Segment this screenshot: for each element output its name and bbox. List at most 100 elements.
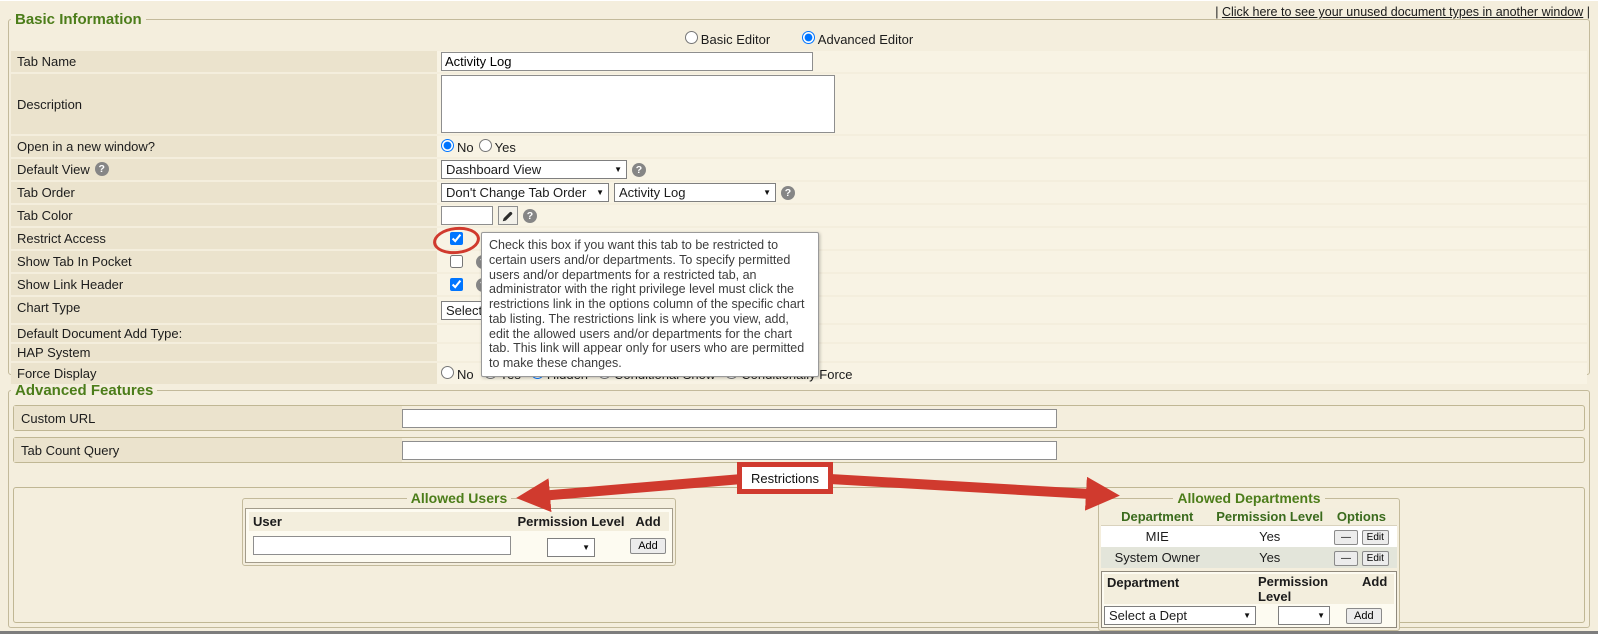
help-icon[interactable]: ? <box>95 162 109 176</box>
description-label: Description <box>11 74 437 134</box>
department-cell: System Owner <box>1101 547 1213 568</box>
tab-name-input[interactable] <box>441 52 813 71</box>
table-row: MIE Yes — Edit <box>1101 526 1397 548</box>
editor-mode-toggle: Basic Editor Advanced Editor <box>11 28 1587 51</box>
help-icon[interactable]: ? <box>781 186 795 200</box>
options-column-header: Options <box>1326 508 1397 526</box>
force-display-no-option[interactable]: No <box>441 366 474 382</box>
tab-count-query-input[interactable] <box>402 441 1057 460</box>
eyedropper-icon <box>502 210 514 222</box>
tab-order-target-select[interactable]: Activity Log ▼ <box>614 183 776 202</box>
advanced-editor-option[interactable]: Advanced Editor <box>802 32 913 47</box>
default-view-select[interactable]: Dashboard View ▼ <box>441 160 627 179</box>
allowed-users-legend: Allowed Users <box>407 490 511 506</box>
show-link-header-label: Show Link Header <box>11 274 437 295</box>
form-row-tab-name: Tab Name <box>11 51 1587 72</box>
tab-count-query-label: Tab Count Query <box>14 438 402 462</box>
custom-url-input[interactable] <box>402 409 1057 428</box>
help-icon[interactable]: ? <box>523 209 537 223</box>
user-column-header: User <box>249 512 515 531</box>
add-column-header: Add <box>627 512 669 531</box>
tab-order-mode-value: Don't Change Tab Order <box>446 185 586 200</box>
basic-editor-radio[interactable] <box>685 31 698 44</box>
open-window-no-radio[interactable] <box>441 139 454 152</box>
chevron-down-icon: ▼ <box>582 543 590 552</box>
allowed-departments-legend: Allowed Departments <box>1173 490 1324 506</box>
department-column-header: Department <box>1101 508 1213 526</box>
custom-url-label: Custom URL <box>14 406 402 430</box>
open-window-yes-option[interactable]: Yes <box>479 139 516 155</box>
advanced-features-legend: Advanced Features <box>11 382 157 399</box>
permission-level-column-header: Permission Level <box>1258 574 1362 604</box>
permission-level-column-header: Permission Level <box>1213 508 1325 526</box>
add-column-header: Add <box>1362 574 1394 604</box>
restrictions-annotation: Restrictions <box>737 462 833 494</box>
chevron-down-icon: ▼ <box>1317 611 1325 620</box>
permission-level-column-header: Permission Level <box>515 512 627 531</box>
chevron-down-icon: ▼ <box>614 165 622 174</box>
form-row-tab-order: Tab Order Don't Change Tab Order ▼ Activi… <box>11 182 1587 203</box>
table-row: System Owner Yes — Edit <box>1101 547 1397 568</box>
departments-header-row: Department Permission Level Options <box>1101 508 1397 526</box>
form-row-open-new-window: Open in a new window? No Yes <box>11 136 1587 157</box>
open-window-yes-radio[interactable] <box>479 139 492 152</box>
tab-name-label: Tab Name <box>11 51 437 72</box>
force-display-no-radio[interactable] <box>441 366 454 379</box>
chevron-down-icon: ▼ <box>596 188 604 197</box>
department-select-value: Select a Dept <box>1109 608 1187 623</box>
edit-department-button[interactable]: Edit <box>1362 530 1389 545</box>
advanced-editor-label: Advanced Editor <box>818 32 913 47</box>
open-window-no-option[interactable]: No <box>441 139 474 155</box>
add-department-input-row: Select a Dept ▼ ▼ Add <box>1104 606 1394 625</box>
tab-order-target-value: Activity Log <box>619 185 685 200</box>
force-display-no-label: No <box>457 367 474 382</box>
remove-department-button[interactable]: — <box>1334 530 1358 545</box>
form-row-tab-color: Tab Color ? <box>11 205 1587 226</box>
user-permission-select[interactable]: ▼ <box>547 538 595 557</box>
user-input[interactable] <box>253 536 511 555</box>
default-view-label: Default View <box>17 162 90 177</box>
permission-cell: Yes <box>1213 547 1325 568</box>
open-new-window-label: Open in a new window? <box>11 136 437 157</box>
show-tab-in-pocket-label: Show Tab In Pocket <box>11 251 437 272</box>
help-icon[interactable]: ? <box>632 163 646 177</box>
hap-system-label: HAP System <box>11 344 437 361</box>
advanced-features-section: Advanced Features Custom URL Tab Count Q… <box>8 382 1590 628</box>
chevron-down-icon: ▼ <box>763 188 771 197</box>
allowed-departments-table: Department Permission Level Options MIE … <box>1101 508 1397 568</box>
permission-cell: Yes <box>1213 526 1325 548</box>
allowed-departments-section: Allowed Departments Department Permissio… <box>1098 490 1400 631</box>
open-window-no-label: No <box>457 140 474 155</box>
tab-order-mode-select[interactable]: Don't Change Tab Order ▼ <box>441 183 609 202</box>
restrict-access-tooltip: Check this box if you want this tab to b… <box>481 232 819 377</box>
chart-type-label: Chart Type <box>11 297 437 323</box>
department-permission-select[interactable]: ▼ <box>1278 606 1330 625</box>
allowed-users-input-row: ▼ Add <box>249 533 669 559</box>
add-user-button[interactable]: Add <box>630 538 666 554</box>
edit-department-button[interactable]: Edit <box>1362 551 1389 566</box>
color-picker-button[interactable] <box>498 206 518 225</box>
add-department-header-row: Department Permission Level Add <box>1104 574 1394 604</box>
form-row-default-view: Default View? Dashboard View ▼ ? <box>11 159 1587 180</box>
add-department-subpanel: Department Permission Level Add Select a… <box>1101 571 1397 628</box>
restrict-access-label: Restrict Access <box>11 228 437 249</box>
tab-count-query-row: Tab Count Query <box>13 437 1585 463</box>
show-tab-in-pocket-checkbox[interactable] <box>450 255 463 268</box>
advanced-editor-radio[interactable] <box>802 31 815 44</box>
tab-color-input[interactable] <box>441 206 493 225</box>
chevron-down-icon: ▼ <box>1243 611 1251 620</box>
restrictions-panel: Allowed Users User Permission Level Add … <box>13 487 1585 623</box>
default-view-value: Dashboard View <box>446 162 541 177</box>
custom-url-row: Custom URL <box>13 405 1585 431</box>
default-doc-add-type-label: Default Document Add Type: <box>11 325 437 342</box>
remove-department-button[interactable]: — <box>1334 551 1358 566</box>
show-link-header-checkbox[interactable] <box>450 278 463 291</box>
tab-order-label: Tab Order <box>11 182 437 203</box>
basic-editor-option[interactable]: Basic Editor <box>685 32 770 47</box>
department-select[interactable]: Select a Dept ▼ <box>1104 606 1256 625</box>
description-textarea[interactable] <box>441 75 835 133</box>
allowed-users-header-row: User Permission Level Add <box>249 512 669 531</box>
add-department-button[interactable]: Add <box>1346 608 1382 624</box>
basic-editor-label: Basic Editor <box>701 32 770 47</box>
force-display-label: Force Display <box>11 363 437 384</box>
